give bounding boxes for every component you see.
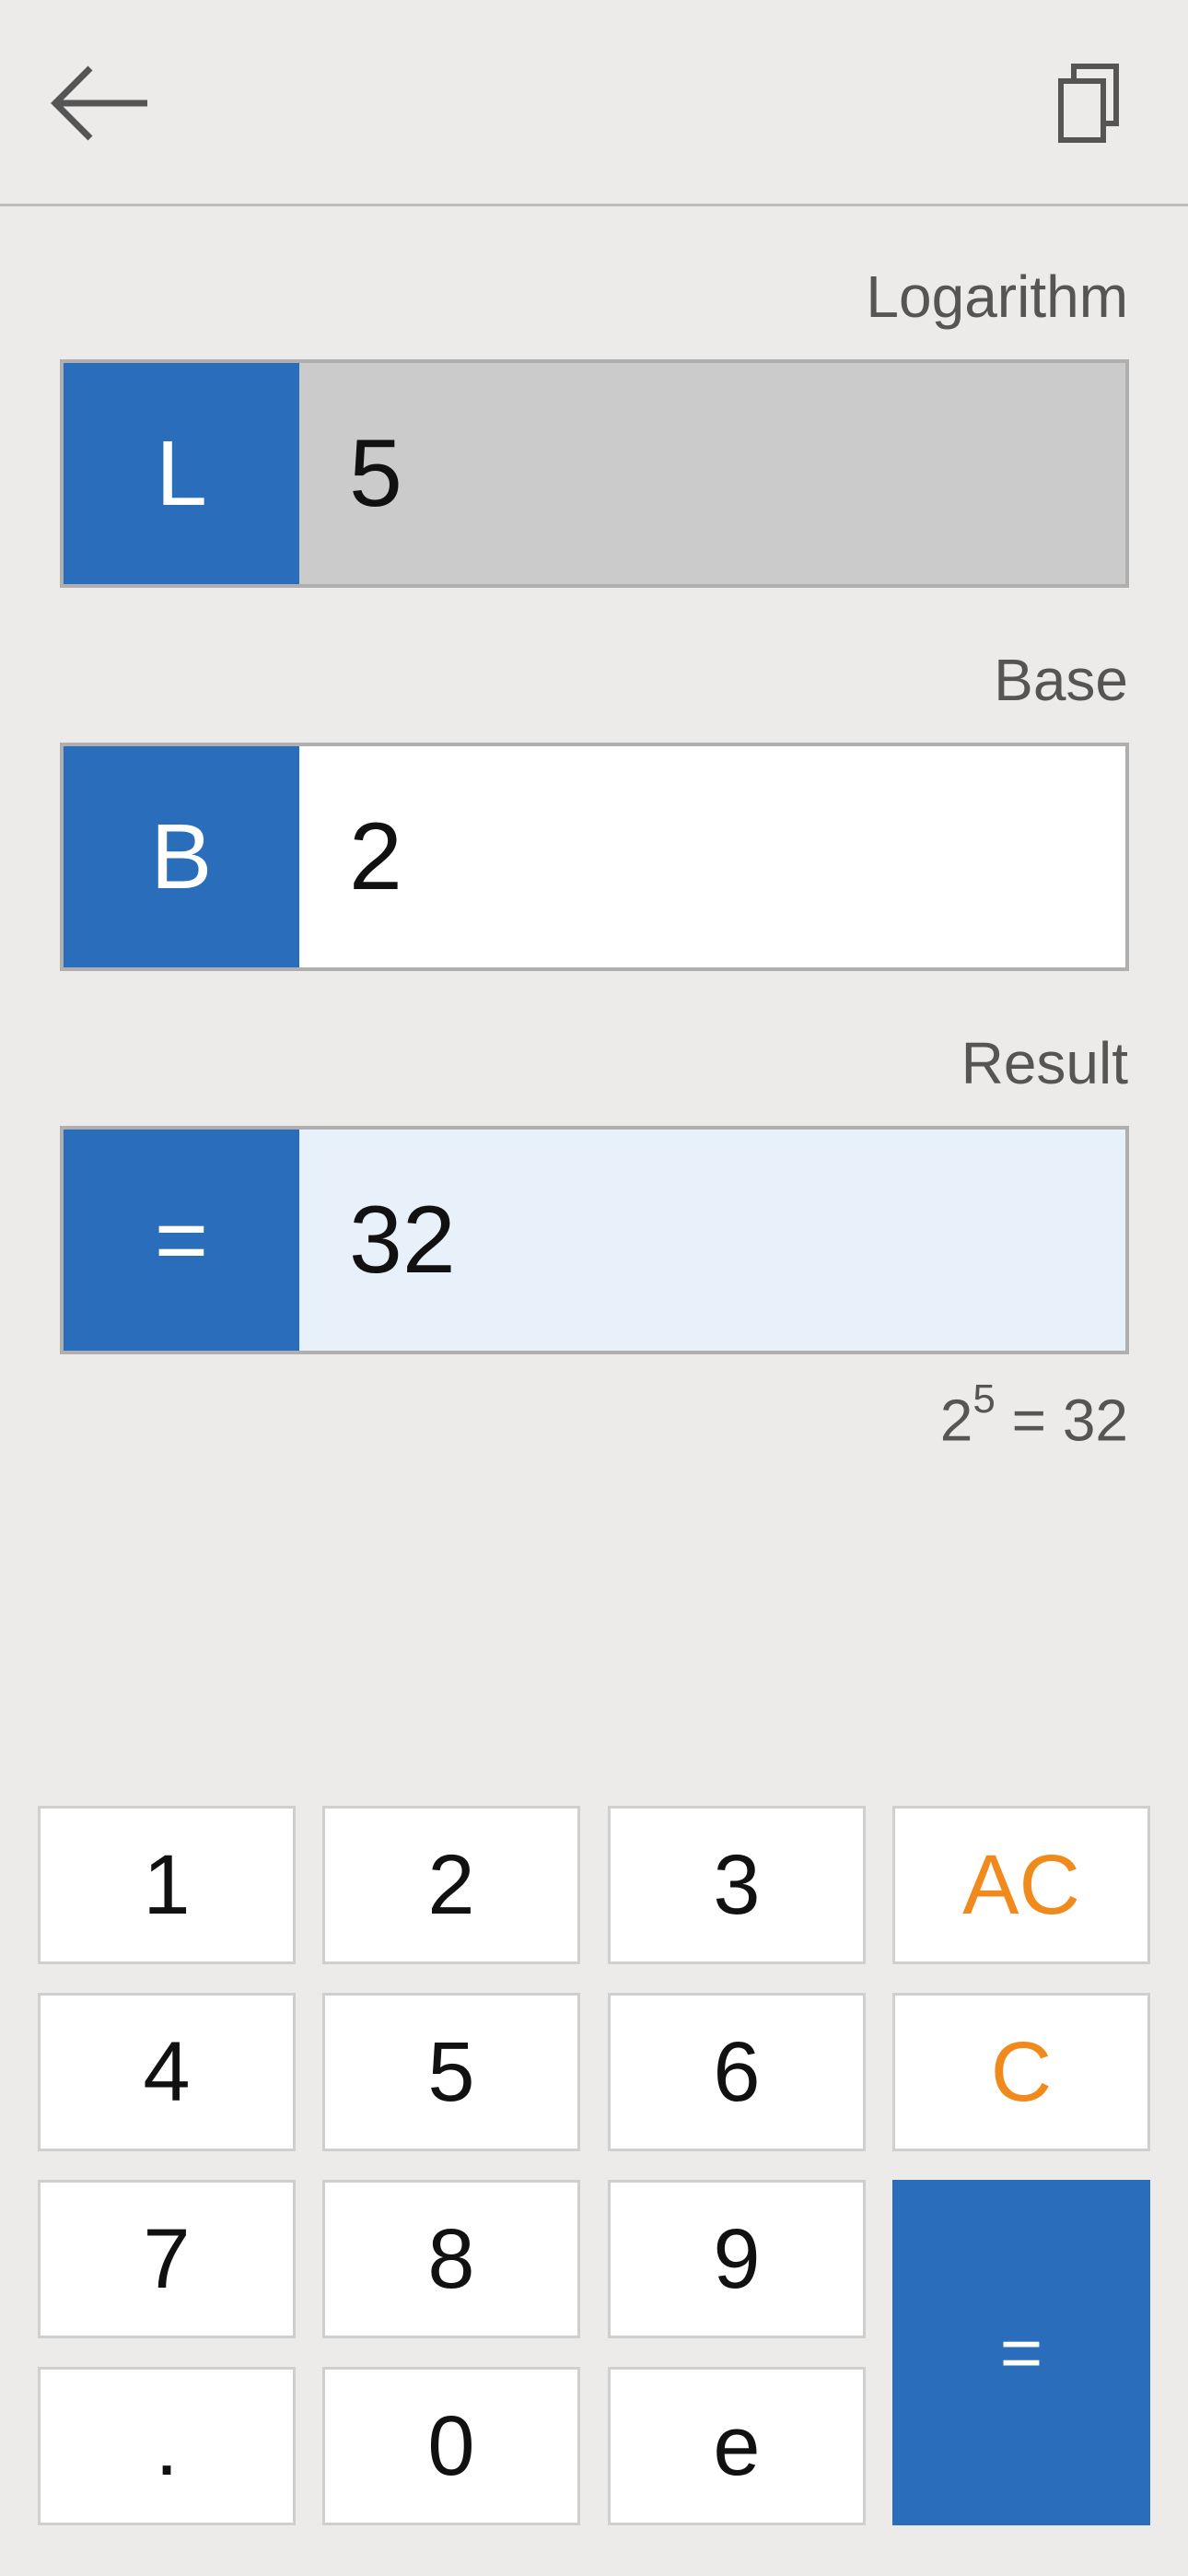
result-value[interactable]: 32 (299, 1130, 1125, 1351)
copy-button[interactable] (1024, 46, 1153, 160)
result-label: Result (961, 1030, 1128, 1096)
result-field[interactable]: = 32 (60, 1126, 1129, 1354)
formula-exponent: 5 (973, 1376, 996, 1422)
key-4[interactable]: 4 (38, 1993, 296, 2151)
key-7[interactable]: 7 (38, 2180, 296, 2338)
logarithm-label: Logarithm (866, 263, 1128, 330)
all-clear-button[interactable]: AC (892, 1806, 1150, 1964)
base-label: Base (994, 647, 1128, 713)
key-e[interactable]: e (608, 2367, 866, 2525)
base-value[interactable]: 2 (299, 746, 1125, 967)
key-dot[interactable]: . (38, 2367, 296, 2525)
base-field[interactable]: B 2 (60, 743, 1129, 971)
formula-base: 2 (939, 1387, 973, 1454)
logarithm-field[interactable]: L 5 (60, 359, 1129, 588)
key-5[interactable]: 5 (322, 1993, 580, 2151)
formula-rest: = 32 (995, 1387, 1128, 1454)
log-calculator-screen: Logarithm L 5 Base B 2 Result = 32 25 = … (0, 0, 1188, 2576)
back-button[interactable] (35, 46, 164, 160)
key-9[interactable]: 9 (608, 2180, 866, 2338)
arrow-left-icon (51, 65, 147, 141)
copy-icon (1058, 64, 1119, 143)
top-bar (0, 0, 1188, 206)
logarithm-tag: L (64, 363, 299, 584)
logarithm-value[interactable]: 5 (299, 363, 1125, 584)
key-6[interactable]: 6 (608, 1993, 866, 2151)
key-8[interactable]: 8 (322, 2180, 580, 2338)
key-1[interactable]: 1 (38, 1806, 296, 1964)
result-tag: = (64, 1130, 299, 1351)
equals-button[interactable]: = (892, 2180, 1150, 2525)
key-3[interactable]: 3 (608, 1806, 866, 1964)
clear-button[interactable]: C (892, 1993, 1150, 2151)
result-formula: 25 = 32 (940, 1379, 1128, 1450)
key-2[interactable]: 2 (322, 1806, 580, 1964)
key-0[interactable]: 0 (322, 2367, 580, 2525)
base-tag: B (64, 746, 299, 967)
